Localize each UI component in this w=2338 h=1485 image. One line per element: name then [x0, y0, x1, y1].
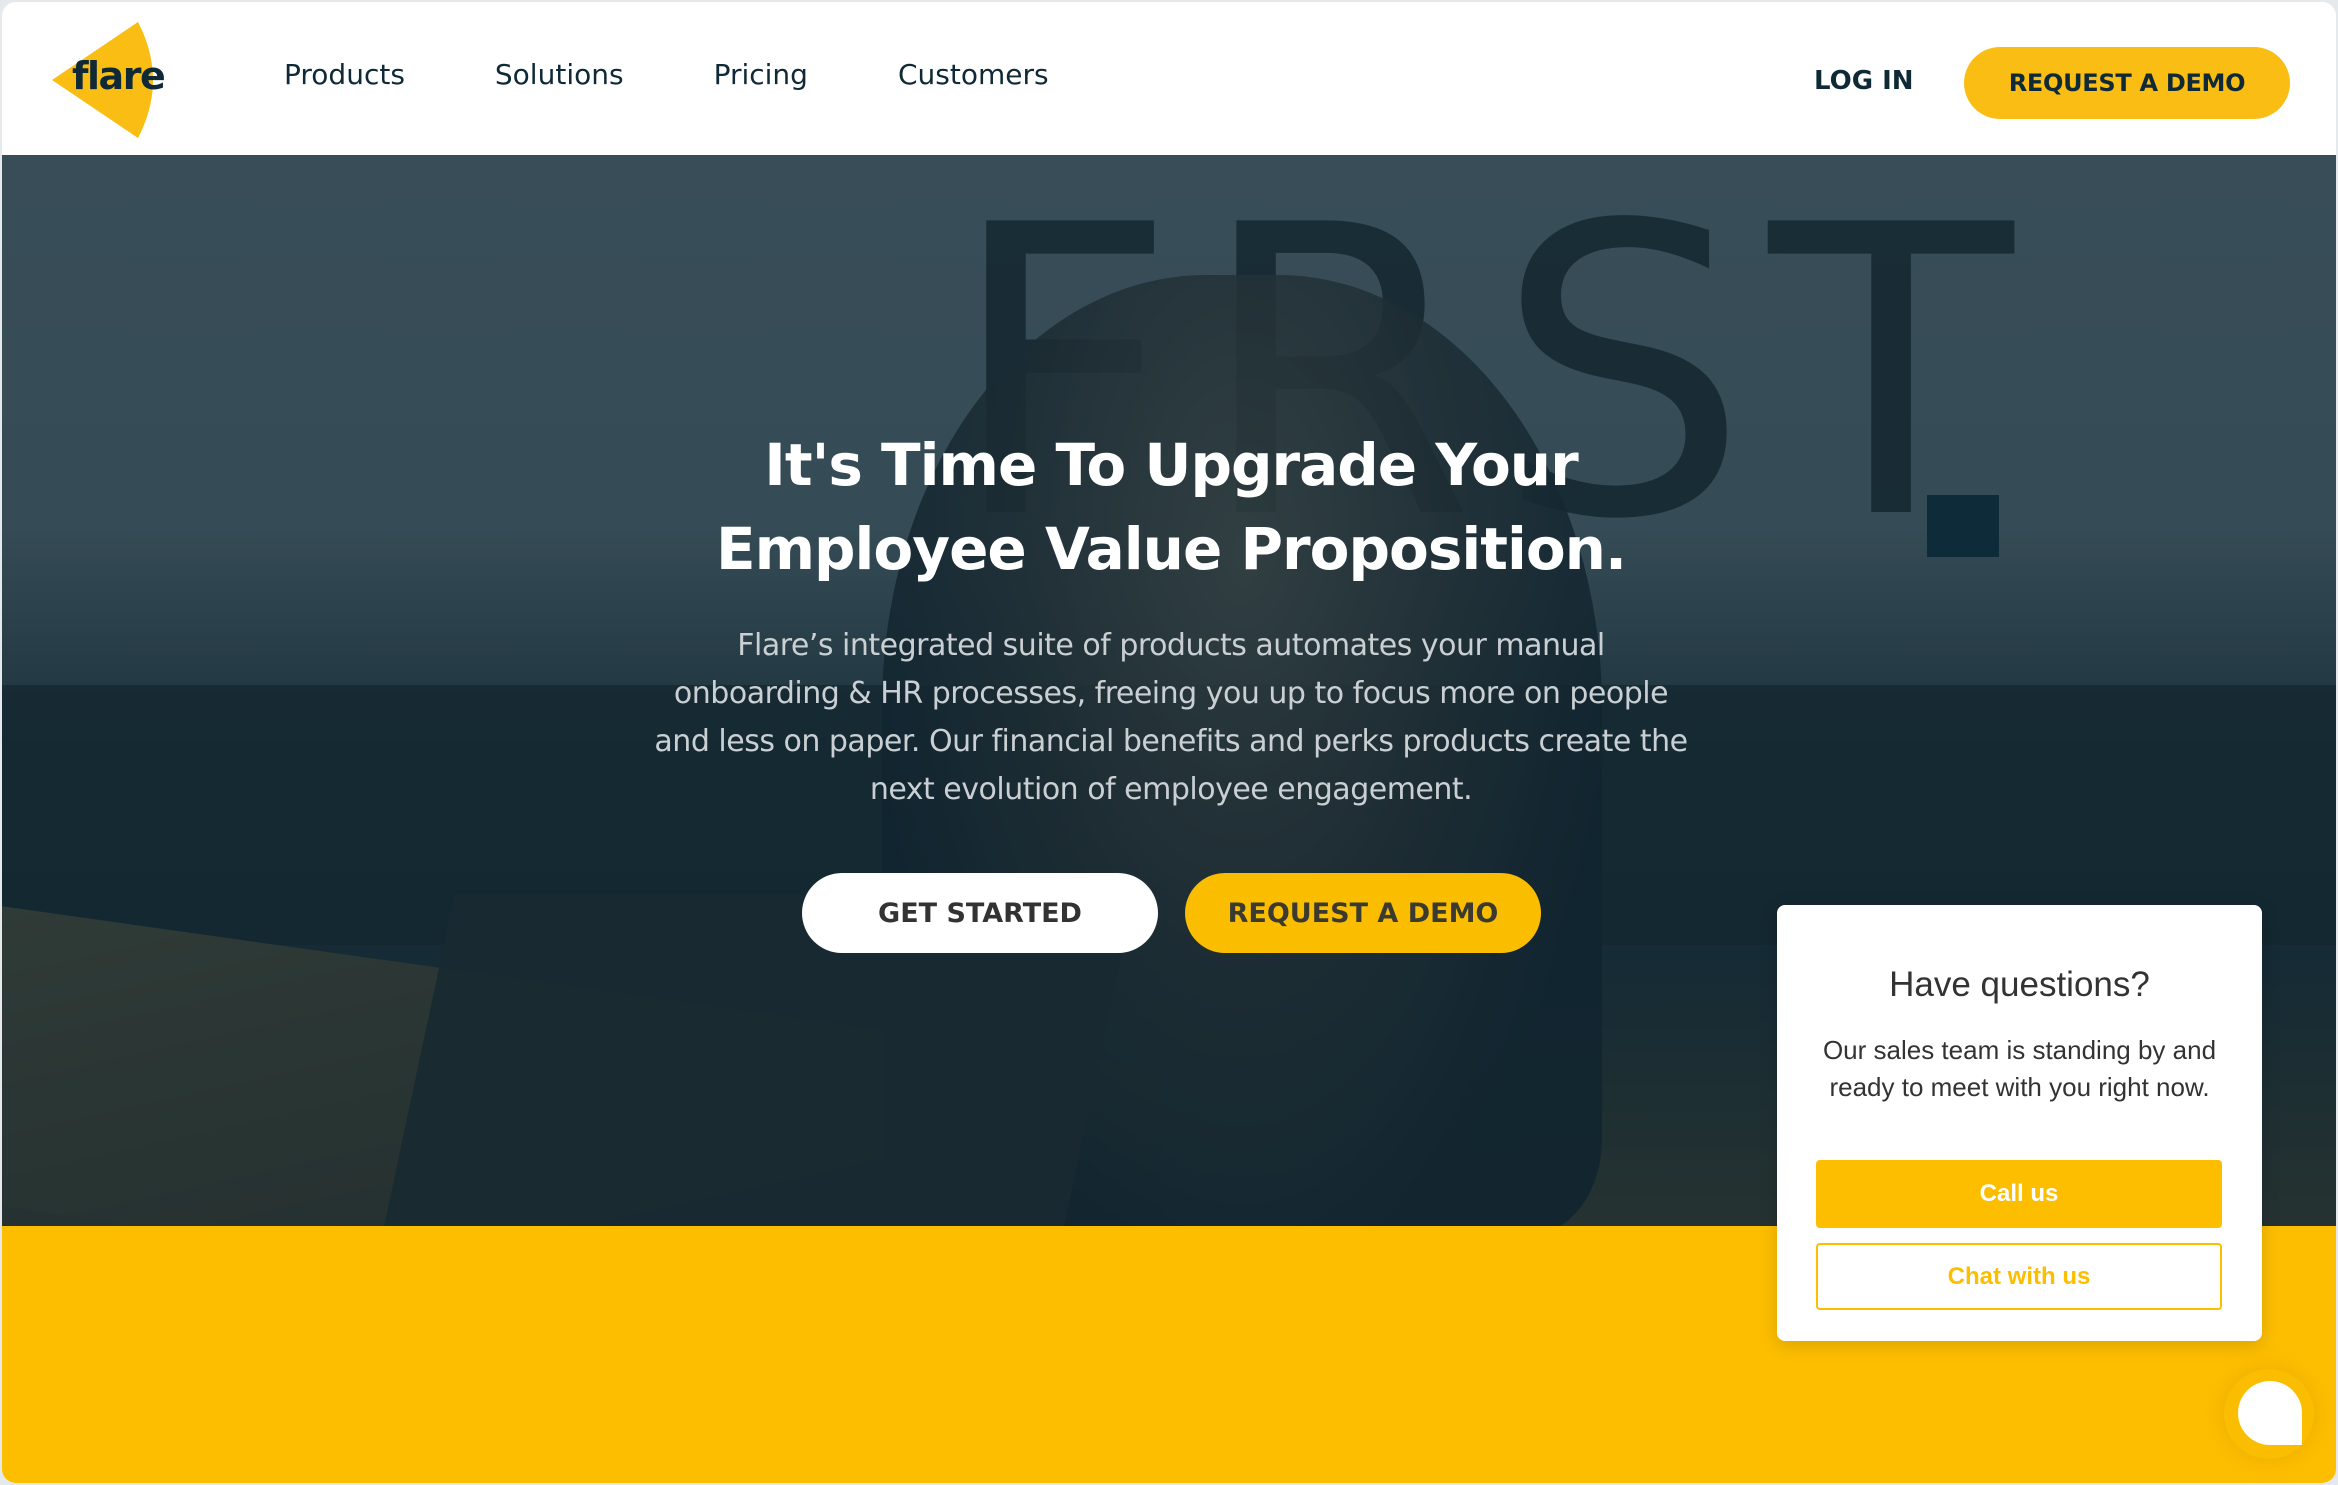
- hero-title-line-1: It's Time To Upgrade Your: [764, 431, 1578, 499]
- chat-bubble-icon: [2238, 1381, 2302, 1445]
- hero-subtitle: Flare’s integrated suite of products aut…: [654, 628, 1688, 807]
- nav-solutions[interactable]: Solutions: [495, 58, 624, 91]
- site-header: flare Products Solutions Pricing Custome…: [2, 2, 2336, 155]
- sales-chat-popup: Have questions? Our sales team is standi…: [1777, 905, 2262, 1341]
- nav-customers[interactable]: Customers: [898, 58, 1049, 91]
- login-link[interactable]: LOG IN: [1814, 66, 1914, 96]
- nav-pricing[interactable]: Pricing: [714, 58, 808, 91]
- main-nav: Products Solutions Pricing Customers: [284, 58, 1139, 91]
- nav-products[interactable]: Products: [284, 58, 405, 91]
- chat-launcher-button[interactable]: [2224, 1369, 2314, 1459]
- chat-popup-body: Our sales team is standing by and ready …: [1822, 1035, 2217, 1102]
- hero-request-demo-button[interactable]: REQUEST A DEMO: [1185, 873, 1541, 953]
- call-us-button[interactable]: Call us: [1816, 1160, 2222, 1228]
- chat-popup-title: Have questions?: [1889, 965, 2150, 1004]
- hero-title-line-2: Employee Value Proposition.: [715, 515, 1627, 583]
- header-request-demo-button[interactable]: REQUEST A DEMO: [1964, 47, 2290, 119]
- hero-cta-group: GET STARTED REQUEST A DEMO: [802, 873, 1541, 953]
- flare-logo[interactable]: flare: [50, 20, 166, 140]
- page-frame: flare Products Solutions Pricing Custome…: [2, 2, 2336, 1483]
- hero-title: It's Time To Upgrade Your Employee Value…: [571, 423, 1771, 591]
- get-started-button[interactable]: GET STARTED: [802, 873, 1158, 953]
- logo-wordmark: flare: [72, 54, 166, 98]
- chat-with-us-button[interactable]: Chat with us: [1816, 1243, 2222, 1310]
